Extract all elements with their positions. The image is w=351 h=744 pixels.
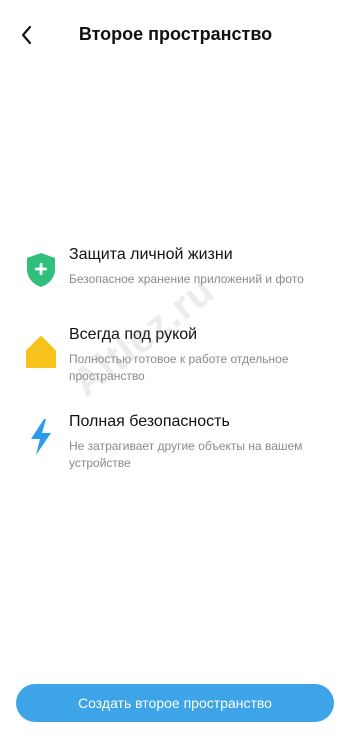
feature-description: Безопасное хранение приложений и фото xyxy=(69,272,304,286)
lightning-icon xyxy=(31,419,51,455)
create-second-space-button[interactable]: Создать второе пространство xyxy=(16,684,334,722)
home-icon xyxy=(26,336,56,368)
shield-plus-icon xyxy=(27,253,55,287)
header: Второе пространство xyxy=(0,0,351,70)
feature-title: Защита личной жизни xyxy=(69,246,233,263)
feature-description: Полностью готовое к работе отдельное про… xyxy=(69,352,289,383)
feature-description: Не затрагивает другие объекты на вашем у… xyxy=(69,439,303,470)
page-title: Второе пространство xyxy=(78,24,273,44)
feature-title: Всегда под рукой xyxy=(69,326,198,343)
feature-title: Полная безопасность xyxy=(69,413,230,430)
